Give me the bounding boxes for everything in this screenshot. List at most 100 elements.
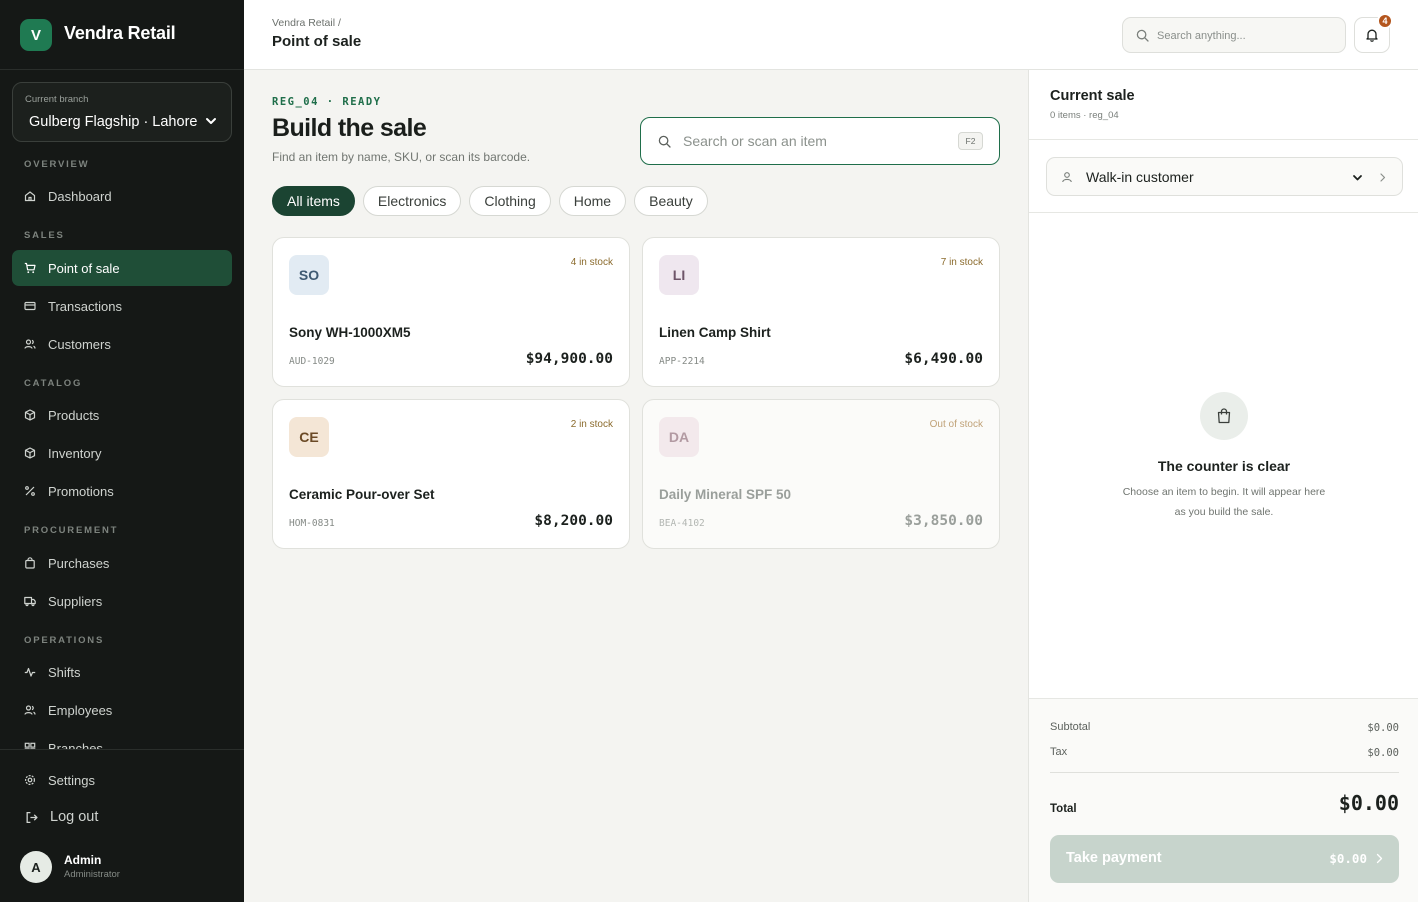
product-name: Linen Camp Shirt	[659, 325, 771, 340]
nav-section-procurement: PROCUREMENT	[24, 525, 119, 536]
chevron-down-icon	[206, 118, 216, 124]
register-status: REG_04 · READY	[272, 96, 382, 108]
chevron-down-icon	[1353, 175, 1362, 181]
search-icon	[658, 135, 671, 148]
box-icon	[24, 409, 36, 421]
home-icon	[24, 190, 36, 202]
item-search[interactable]: F2	[640, 117, 1000, 165]
sidebar-item-promotions[interactable]: Promotions	[12, 473, 232, 509]
customer-selector[interactable]: Walk-in customer	[1046, 157, 1403, 196]
sidebar-item-point-of-sale[interactable]: Point of sale	[12, 250, 232, 286]
product-sku: HOM-0831	[289, 518, 335, 529]
sidebar-item-employees[interactable]: Employees	[12, 692, 232, 728]
sidebar-item-inventory[interactable]: Inventory	[12, 435, 232, 471]
sale-totals: Subtotal $0.00 Tax $0.00 Total $0.00 Tak…	[1029, 698, 1418, 902]
empty-state-title: The counter is clear	[1157, 458, 1291, 474]
product-name: Daily Mineral SPF 50	[659, 487, 792, 502]
tax-value: $0.00	[1367, 747, 1399, 759]
take-payment-label: Take payment	[1066, 850, 1162, 866]
brand-logo: V	[20, 19, 52, 51]
product-name: Sony WH-1000XM5	[289, 325, 411, 340]
product-card[interactable]: CE 2 in stock Ceramic Pour-over Set HOM-…	[272, 399, 630, 549]
breadcrumb[interactable]: Vendra Retail /	[272, 17, 341, 29]
global-search-input[interactable]	[1157, 27, 1337, 45]
logout-button[interactable]: Log out	[12, 799, 232, 835]
product-name: Ceramic Pour-over Set	[289, 487, 435, 502]
cart-icon	[24, 262, 36, 274]
current-sale-meta: 0 items · reg_04	[1050, 110, 1119, 121]
item-search-input[interactable]	[683, 131, 943, 151]
sidebar-item-label: Inventory	[48, 445, 102, 461]
branch-selector[interactable]: Current branch Gulberg Flagship · Lahore	[12, 82, 232, 142]
sidebar-footer: Settings Log out A Admin Administrator	[0, 749, 244, 902]
percent-icon	[24, 485, 36, 497]
sidebar-item-label: Promotions	[48, 483, 114, 499]
product-price: $8,200.00	[534, 513, 613, 529]
product-price: $3,850.00	[904, 513, 983, 529]
sidebar-item-dashboard[interactable]: Dashboard	[12, 178, 232, 214]
product-card[interactable]: SO 4 in stock Sony WH-1000XM5 AUD-1029 $…	[272, 237, 630, 387]
product-card[interactable]: LI 7 in stock Linen Camp Shirt APP-2214 …	[642, 237, 1000, 387]
product-thumbnail: DA	[659, 417, 699, 457]
sidebar-item-label: Dashboard	[48, 188, 112, 204]
sidebar-item-transactions[interactable]: Transactions	[12, 288, 232, 324]
section-subtitle: Find an item by name, SKU, or scan its b…	[272, 150, 531, 164]
logout-icon	[24, 810, 38, 824]
nav-section-overview: OVERVIEW	[24, 159, 90, 170]
divider	[1029, 139, 1418, 140]
pos-main: REG_04 · READY Build the sale Find an it…	[244, 70, 1028, 902]
subtotal-label: Subtotal	[1050, 721, 1091, 733]
filter-electronics[interactable]: Electronics	[362, 186, 462, 216]
sidebar: V Vendra Retail Current branch Gulberg F…	[0, 0, 244, 902]
filter-home[interactable]: Home	[558, 186, 627, 216]
filter-all-items[interactable]: All items	[272, 186, 355, 216]
product-thumbnail: LI	[659, 255, 699, 295]
top-bar: Vendra Retail / Point of sale 4	[244, 0, 1418, 70]
sidebar-item-branches[interactable]: Branches	[12, 730, 232, 750]
product-sku: BEA-4102	[659, 518, 705, 529]
sidebar-item-purchases[interactable]: Purchases	[12, 545, 232, 581]
gear-icon	[24, 774, 36, 786]
users-icon	[24, 704, 36, 716]
brand-name: Vendra Retail	[64, 23, 176, 43]
take-payment-button[interactable]: Take payment $0.00	[1050, 835, 1399, 883]
filter-beauty[interactable]: Beauty	[634, 186, 708, 216]
stock-status: 2 in stock	[570, 419, 613, 430]
nav-section-sales: SALES	[24, 230, 65, 241]
nav-section-catalog: CATALOG	[24, 378, 83, 389]
truck-icon	[24, 595, 36, 607]
notification-badge: 4	[1377, 13, 1393, 29]
bell-icon	[1366, 29, 1378, 42]
take-payment-amount: $0.00	[1329, 851, 1367, 866]
stock-status: Out of stock	[929, 419, 983, 430]
sidebar-item-shifts[interactable]: Shifts	[12, 654, 232, 690]
global-search[interactable]	[1122, 17, 1346, 53]
logout-label: Log out	[50, 809, 99, 825]
branch-value: Gulberg Flagship · Lahore	[29, 114, 198, 130]
avatar[interactable]: A	[20, 851, 52, 883]
divider	[1050, 772, 1399, 773]
divider	[1029, 212, 1418, 213]
activity-icon	[24, 666, 36, 678]
filter-clothing[interactable]: Clothing	[469, 186, 551, 216]
box-icon	[24, 447, 36, 459]
sidebar-item-settings[interactable]: Settings	[12, 762, 232, 798]
empty-state-icon	[1200, 392, 1248, 440]
sidebar-item-label: Point of sale	[48, 260, 120, 276]
bag-icon	[24, 557, 36, 569]
page-title: Point of sale	[272, 33, 362, 50]
sidebar-item-customers[interactable]: Customers	[12, 326, 232, 362]
user-role: Administrator	[64, 869, 120, 880]
sidebar-item-label: Employees	[48, 702, 113, 718]
user-name: Admin	[64, 853, 102, 867]
brand: V Vendra Retail	[0, 0, 244, 70]
tax-label: Tax	[1050, 746, 1068, 758]
nav-scroll-area[interactable]: Shifts Employees Branches	[0, 652, 244, 750]
subtotal-value: $0.00	[1367, 722, 1399, 734]
product-thumbnail: SO	[289, 255, 329, 295]
sidebar-item-label: Transactions	[48, 298, 122, 314]
sidebar-item-suppliers[interactable]: Suppliers	[12, 583, 232, 619]
card-icon	[24, 300, 36, 312]
sidebar-item-products[interactable]: Products	[12, 397, 232, 433]
sidebar-item-label: Products	[48, 407, 100, 423]
